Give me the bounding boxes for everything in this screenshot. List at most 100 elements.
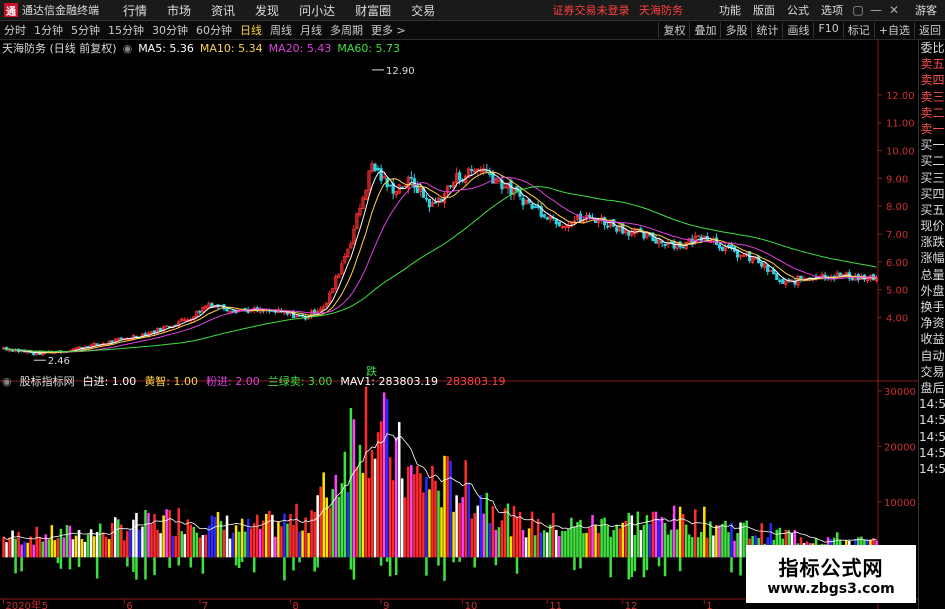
volume-negative-bar [573, 557, 576, 571]
side-panel-item[interactable]: 净资 [919, 315, 945, 331]
restore-icon[interactable]: ▢ [849, 3, 867, 17]
ma60-line [3, 186, 877, 353]
price-tick-label: 5.00 [886, 286, 908, 297]
volume-bar [382, 392, 386, 558]
multi-stock-button[interactable]: 多股 [720, 22, 751, 38]
period-intraday[interactable]: 分时 [0, 22, 30, 38]
menu-function[interactable]: 功能 [713, 2, 747, 18]
side-panel-item[interactable]: 卖四 [919, 72, 945, 88]
ma5-line [3, 169, 877, 354]
volume-bar [654, 511, 658, 558]
side-panel-item[interactable]: 14:50 [919, 445, 945, 461]
side-panel-item[interactable]: 14:50 [919, 461, 945, 477]
side-panel-item[interactable]: 委比 [919, 40, 945, 56]
side-panel-item[interactable]: 买一 [919, 137, 945, 153]
side-panel-item[interactable]: 买四 [919, 186, 945, 202]
settings-circle-icon[interactable]: ◉ [123, 42, 133, 55]
minimize-icon[interactable]: — [867, 3, 885, 17]
volume-bar [201, 535, 205, 558]
period-5min[interactable]: 5分钟 [67, 22, 104, 38]
period-30min[interactable]: 30分钟 [148, 22, 192, 38]
period-daily[interactable]: 日线 [236, 22, 266, 38]
add-watchlist-button[interactable]: +自选 [873, 22, 914, 38]
side-panel-item[interactable]: 自动 [919, 348, 945, 364]
volume-bar [391, 480, 395, 558]
volume-bar [107, 539, 111, 558]
side-panel-item[interactable]: 14:50 [919, 396, 945, 412]
volume-bar [672, 505, 676, 558]
side-panel-item[interactable]: 盘后 [919, 380, 945, 396]
menu-item-quotes[interactable]: 行情 [113, 2, 157, 19]
adjust-button[interactable]: 复权 [658, 22, 689, 38]
side-panel-item[interactable]: 交易 [919, 364, 945, 380]
menu-formula[interactable]: 公式 [781, 2, 815, 18]
menu-item-ask[interactable]: 问小达 [289, 2, 345, 19]
statistics-button[interactable]: 统计 [751, 22, 782, 38]
period-more[interactable]: 更多 > [367, 22, 410, 38]
side-panel-item[interactable]: 现价 [919, 218, 945, 234]
back-button[interactable]: 返回 [914, 22, 945, 38]
side-panel-item[interactable]: 涨跌 [919, 234, 945, 250]
volume-bar [567, 528, 570, 558]
period-multi[interactable]: 多周期 [326, 22, 367, 38]
side-panel-item[interactable]: 14:50 [919, 429, 945, 445]
side-panel-item[interactable]: 卖二 [919, 105, 945, 121]
side-panel-item[interactable]: 买二 [919, 153, 945, 169]
menu-item-news[interactable]: 资讯 [201, 2, 245, 19]
volume-bar [192, 526, 196, 558]
volume-bar [449, 460, 452, 558]
period-weekly[interactable]: 周线 [266, 22, 296, 38]
volume-negative-bar [234, 557, 238, 566]
date-tick-label: 2020年 [6, 599, 41, 609]
side-panel-item[interactable]: 卖一 [919, 121, 945, 137]
overlay-button[interactable]: 叠加 [689, 22, 720, 38]
side-panel-item[interactable]: 换手 [919, 299, 945, 315]
volume-negative-bar [316, 557, 319, 568]
date-tick-label: 7 [202, 601, 208, 609]
volume-bar [594, 525, 597, 558]
volume-bar [255, 514, 259, 558]
indicator-settings-icon[interactable]: ◉ [2, 375, 12, 388]
draw-line-button[interactable]: 画线 [782, 22, 813, 38]
side-panel-item[interactable]: 外盘 [919, 283, 945, 299]
candle-body [554, 218, 558, 225]
menu-item-trade[interactable]: 交易 [401, 2, 445, 19]
volume-bar [295, 503, 298, 558]
side-panel-item[interactable]: 卖五 [919, 56, 945, 72]
period-1min[interactable]: 1分钟 [30, 22, 67, 38]
menu-item-discover[interactable]: 发现 [245, 2, 289, 19]
period-60min[interactable]: 60分钟 [192, 22, 236, 38]
mark-button[interactable]: 标记 [842, 22, 874, 38]
side-panel-item[interactable]: 卖三 [919, 89, 945, 105]
side-panel-item[interactable]: 总量 [919, 267, 945, 283]
side-panel-item[interactable]: 收益 [919, 331, 945, 347]
volume-bar [681, 514, 685, 558]
menu-layout[interactable]: 版面 [747, 2, 781, 18]
side-panel-item[interactable]: 买五 [919, 202, 945, 218]
menu-item-market[interactable]: 市场 [157, 2, 201, 19]
trade-notice[interactable]: 证券交易未登录 天海防务 [553, 2, 690, 18]
close-icon[interactable]: ✕ [885, 3, 903, 17]
guest-label[interactable]: 游客 [915, 2, 937, 18]
side-panel-item[interactable]: 涨幅 [919, 250, 945, 266]
volume-bar [123, 540, 126, 558]
volume-bar [394, 437, 398, 558]
kline-chart[interactable]: 4.005.006.007.008.009.0010.0011.0012.000… [0, 40, 918, 609]
period-15min[interactable]: 15分钟 [104, 22, 148, 38]
volume-bar [168, 509, 171, 558]
volume-negative-bar [153, 557, 156, 576]
side-panel-item[interactable]: 14:50 [919, 412, 945, 428]
candle-body [95, 343, 99, 346]
volume-bar [397, 422, 401, 558]
period-monthly[interactable]: 月线 [296, 22, 326, 38]
menu-bar: 通 通达信金融终端 行情 市场 资讯 发现 问小达 财富圈 交易 证券交易未登录… [0, 0, 945, 21]
volume-bar [425, 476, 428, 558]
candle-body [409, 176, 413, 179]
menu-options[interactable]: 选项 [815, 2, 849, 18]
f10-button[interactable]: F10 [813, 22, 842, 38]
volume-bar [615, 524, 618, 558]
volume-bar [600, 518, 603, 558]
menu-item-wealth[interactable]: 财富圈 [345, 2, 401, 19]
side-panel-item[interactable]: 买三 [919, 170, 945, 186]
volume-bar [249, 528, 253, 558]
